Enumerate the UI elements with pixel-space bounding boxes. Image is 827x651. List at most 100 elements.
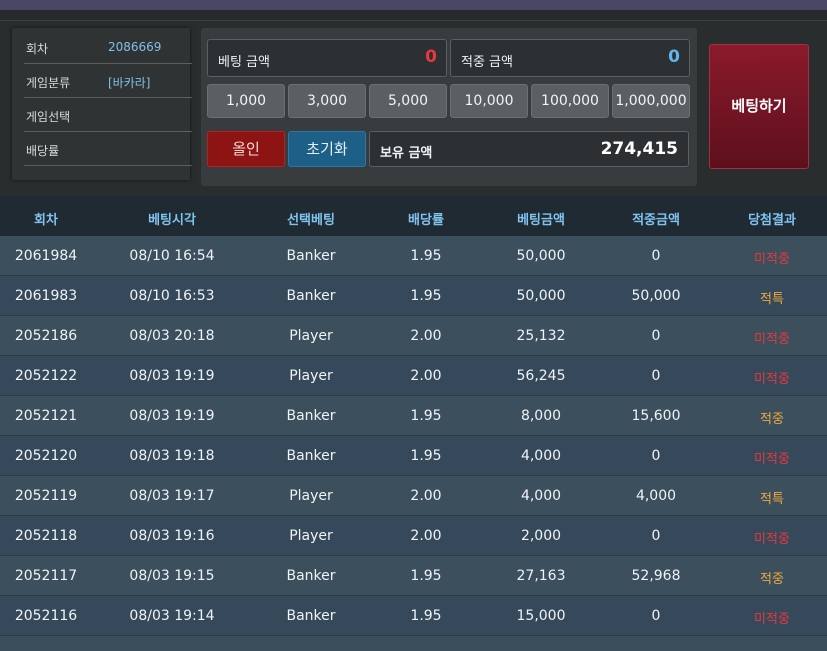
row-round: 2052120 bbox=[14, 448, 78, 464]
row-time: 08/03 19:16 bbox=[129, 528, 215, 544]
odds-label: 배당률 bbox=[26, 144, 60, 158]
row-win-amount: 4,000 bbox=[635, 488, 677, 504]
header-time: 베팅시각 bbox=[148, 213, 196, 228]
table-row: 2052118 08/03 19:16 Player 2.00 2,000 0 미적중 bbox=[0, 516, 827, 556]
row-time: 08/03 19:14 bbox=[129, 608, 215, 624]
chip-100000-button[interactable]: 100,000 bbox=[531, 84, 609, 118]
bet-amount-field[interactable]: 베팅 금액 0 bbox=[207, 39, 447, 77]
row-result: 적특 bbox=[760, 292, 784, 307]
table-row: 2052120 08/03 19:18 Banker 1.95 4,000 0 미적중 bbox=[0, 436, 827, 476]
header-result: 당첨결과 bbox=[748, 213, 796, 228]
row-pick: Banker bbox=[286, 608, 336, 624]
top-nav-bar bbox=[0, 0, 827, 10]
row-win-amount: 0 bbox=[651, 448, 661, 464]
bet-input-box: 베팅 금액 0 적중 금액 0 1,000 3,000 5,000 10,000… bbox=[201, 28, 697, 186]
info-row-odds: 배당률 bbox=[24, 132, 192, 166]
round-value: 2086669 bbox=[108, 40, 162, 54]
row-bet-amount: 50,000 bbox=[516, 288, 566, 304]
row-bet-amount: 4,000 bbox=[520, 448, 562, 464]
row-bet-amount: 4,000 bbox=[520, 488, 562, 504]
category-label: 게임분류 bbox=[26, 76, 71, 90]
chip-1000000-button[interactable]: 1,000,000 bbox=[612, 84, 690, 118]
row-round: 2052118 bbox=[14, 528, 78, 544]
bet-amount-value: 0 bbox=[425, 47, 437, 67]
row-time: 08/03 19:17 bbox=[129, 488, 215, 504]
row-odds: 2.00 bbox=[410, 328, 442, 344]
row-time: 08/10 16:54 bbox=[129, 248, 215, 264]
row-win-amount: 0 bbox=[651, 368, 661, 384]
row-pick: Player bbox=[289, 368, 333, 384]
row-time: 08/10 16:53 bbox=[129, 288, 215, 304]
table-row: 2052116 08/03 19:14 Banker 1.95 15,000 0 미적중 bbox=[0, 596, 827, 636]
chip-10000-button[interactable]: 10,000 bbox=[450, 84, 528, 118]
row-win-amount: 0 bbox=[651, 248, 661, 264]
place-bet-button[interactable]: 베팅하기 bbox=[709, 44, 809, 169]
header-win-amount: 적중금액 bbox=[632, 213, 680, 228]
row-time: 08/03 20:18 bbox=[129, 328, 215, 344]
row-pick: Banker bbox=[286, 448, 336, 464]
chip-5000-button[interactable]: 5,000 bbox=[369, 84, 447, 118]
header-odds: 배당률 bbox=[408, 213, 444, 228]
row-odds: 1.95 bbox=[410, 248, 442, 264]
row-win-amount: 50,000 bbox=[631, 288, 681, 304]
allin-button[interactable]: 올인 bbox=[207, 131, 285, 167]
row-time: 08/03 19:19 bbox=[129, 368, 215, 384]
table-row: 2052119 08/03 19:17 Player 2.00 4,000 4,000 적특 bbox=[0, 476, 827, 516]
row-round: 2052116 bbox=[14, 608, 78, 624]
row-result: 미적중 bbox=[754, 332, 790, 347]
row-win-amount: 0 bbox=[651, 528, 661, 544]
table-row: 2052186 08/03 20:18 Player 2.00 25,132 0 미적중 bbox=[0, 316, 827, 356]
history-table-body[interactable]: 2061984 08/10 16:54 Banker 1.95 50,000 0 미적중 20… bbox=[0, 236, 827, 651]
history-table-header: 회차 베팅시각 선택베팅 배당률 베팅금액 적중금액 당첨결과 bbox=[0, 196, 827, 236]
row-round: 2052186 bbox=[14, 328, 78, 344]
category-value: [바카라] bbox=[108, 76, 151, 90]
chip-3000-button[interactable]: 3,000 bbox=[288, 84, 366, 118]
row-bet-amount: 50,000 bbox=[516, 248, 566, 264]
row-bet-amount: 2,000 bbox=[520, 528, 562, 544]
info-row-selection: 게임선택 bbox=[24, 98, 192, 132]
chip-1000-button[interactable]: 1,000 bbox=[207, 84, 285, 118]
row-round: 2052121 bbox=[14, 408, 78, 424]
row-round: 2052117 bbox=[14, 568, 78, 584]
row-odds: 1.95 bbox=[410, 608, 442, 624]
row-result: 미적중 bbox=[754, 252, 790, 267]
balance-label: 보유 금액 bbox=[380, 146, 433, 161]
row-result: 적중 bbox=[760, 572, 784, 587]
row-win-amount: 0 bbox=[651, 328, 661, 344]
header-round: 회차 bbox=[34, 213, 58, 228]
reset-button[interactable]: 초기화 bbox=[288, 131, 366, 167]
row-result: 적특 bbox=[760, 492, 784, 507]
row-odds: 2.00 bbox=[410, 528, 442, 544]
row-pick: Player bbox=[289, 328, 333, 344]
win-amount-field: 적중 금액 0 bbox=[450, 39, 690, 77]
info-row-round: 회차 2086669 bbox=[24, 30, 192, 64]
row-pick: Banker bbox=[286, 408, 336, 424]
row-odds: 1.95 bbox=[410, 448, 442, 464]
row-bet-amount: 56,245 bbox=[516, 368, 566, 384]
row-bet-amount: 8,000 bbox=[520, 408, 562, 424]
win-amount-label: 적중 금액 bbox=[461, 55, 513, 70]
row-pick: Banker bbox=[286, 248, 336, 264]
balance-value: 274,415 bbox=[600, 139, 678, 159]
row-result: 미적중 bbox=[754, 612, 790, 627]
selection-label: 게임선택 bbox=[26, 110, 71, 124]
row-time: 08/03 19:18 bbox=[129, 448, 215, 464]
row-pick: Player bbox=[289, 528, 333, 544]
row-win-amount: 52,968 bbox=[631, 568, 681, 584]
row-round: 2061983 bbox=[14, 288, 78, 304]
row-result: 미적중 bbox=[754, 452, 790, 467]
table-row: 2052121 08/03 19:19 Banker 1.95 8,000 15,600 적… bbox=[0, 396, 827, 436]
balance-field: 보유 금액 274,415 bbox=[369, 131, 689, 167]
row-win-amount: 0 bbox=[651, 608, 661, 624]
row-odds: 1.95 bbox=[410, 288, 442, 304]
row-pick: Banker bbox=[286, 288, 336, 304]
row-odds: 1.95 bbox=[410, 408, 442, 424]
header-pick: 선택베팅 bbox=[287, 213, 335, 228]
row-bet-amount: 15,000 bbox=[516, 608, 566, 624]
table-row: 2061983 08/10 16:53 Banker 1.95 50,000 50,000… bbox=[0, 276, 827, 316]
row-bet-amount: 25,132 bbox=[516, 328, 566, 344]
row-round: 2052122 bbox=[14, 368, 78, 384]
row-round: 2052119 bbox=[14, 488, 78, 504]
row-result: 적중 bbox=[760, 412, 784, 427]
betting-panel: 회차 2086669 게임분류 [바카라] 게임선택 배당률 베팅 금액 0 적… bbox=[0, 20, 827, 196]
